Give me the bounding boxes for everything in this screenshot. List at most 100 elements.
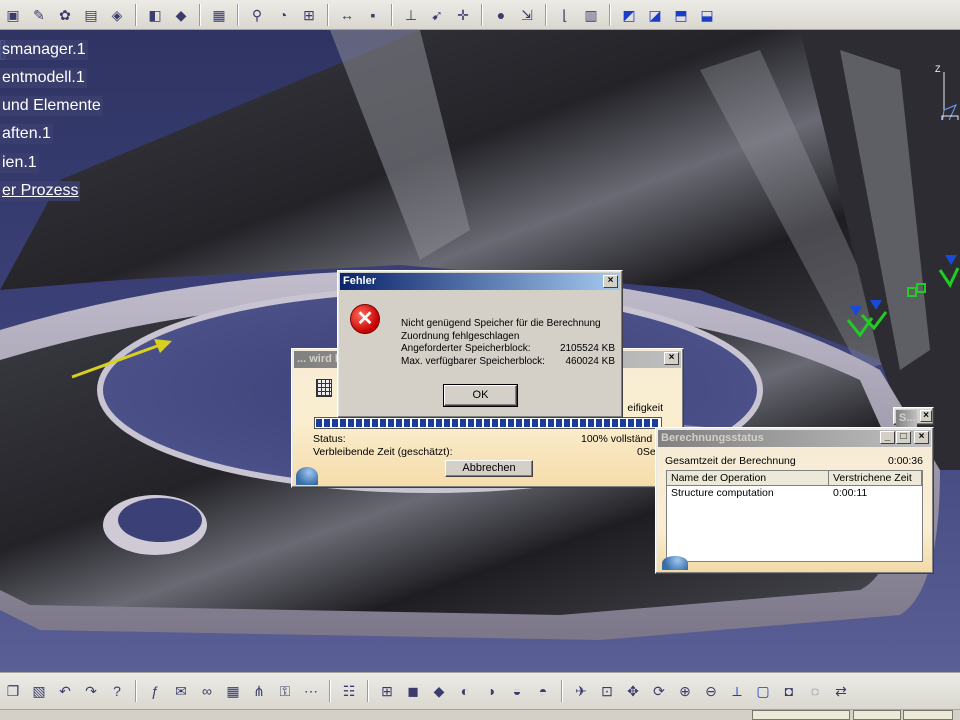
fill4-icon[interactable]: ◓ <box>533 681 553 701</box>
tree-node[interactable]: entmodell.1 <box>0 68 87 88</box>
toolbar-separator <box>561 680 563 702</box>
hide-icon[interactable]: ◌ <box>805 681 825 701</box>
operation-cell: Structure computation <box>671 487 774 499</box>
view-iso-icon[interactable]: ◩ <box>619 5 639 25</box>
view-right-icon[interactable]: ⬓ <box>697 5 717 25</box>
save-icon[interactable]: ▪ <box>363 5 383 25</box>
toolbar-separator <box>367 680 369 702</box>
render-icon[interactable]: ◘ <box>779 681 799 701</box>
column-header-operation[interactable]: Name der Operation <box>667 471 829 485</box>
fill2-icon[interactable]: ◑ <box>481 681 501 701</box>
tree-node[interactable]: er Prozess <box>0 181 81 201</box>
tree-node[interactable]: aften.1 <box>0 124 53 144</box>
globe-icon <box>296 467 318 485</box>
error-dialog[interactable]: Fehler × ✕ Nicht genügend Speicher für d… <box>337 270 623 418</box>
fill-icon[interactable]: ◐ <box>455 681 475 701</box>
status-field <box>903 710 953 720</box>
progress-status-value: 100% vollständ <box>581 433 653 445</box>
swap-icon[interactable]: ⇄ <box>831 681 851 701</box>
zoom-in-icon[interactable]: ⊕ <box>675 681 695 701</box>
progress-accuracy-label: eifigkeit <box>627 402 663 414</box>
user-material-icon[interactable]: ◔ <box>273 5 293 25</box>
color-icon[interactable]: ▤ <box>81 5 101 25</box>
load-icon[interactable]: ➹ <box>427 5 447 25</box>
surface-icon[interactable]: ◆ <box>429 681 449 701</box>
requested-memory-row: Angeforderter Speicherblock: 2105524 KB <box>401 343 615 356</box>
table-row[interactable]: Structure computation 0:00:11 <box>667 486 922 501</box>
sketch-icon[interactable]: ✎ <box>29 5 49 25</box>
measure-icon[interactable]: ↔ <box>337 5 357 25</box>
bottom-toolbar: ❐ ▧ ↶ ↷? ƒ ✉ ∞ ▦ ⋔ ⚿ ⋯ ☷ ⊞ ◼ ◆ ◐ ◑ ◒ ◓ ✈ ⊡ ✥ ⟳ ⊕ ⊖ ⟂ ▢ ◘ ◌ ⇄ <box>0 672 960 710</box>
pan-icon[interactable]: ✥ <box>623 681 643 701</box>
lock-icon[interactable]: ⚿ <box>275 681 295 701</box>
error-dialog-title: Fehler <box>340 273 620 290</box>
progress-remaining-label: Verbleibende Zeit (geschätzt): <box>313 446 453 458</box>
comment-icon[interactable]: ✉ <box>171 681 191 701</box>
snap-icon[interactable]: ✿ <box>55 5 75 25</box>
product-icon[interactable]: ▣ <box>3 5 23 25</box>
fit-icon[interactable]: ⊡ <box>597 681 617 701</box>
paste-icon[interactable]: ▧ <box>29 681 49 701</box>
progress-bar-fill <box>316 419 660 427</box>
table-icon[interactable]: ▦ <box>223 681 243 701</box>
view-front-icon[interactable]: ◪ <box>645 5 665 25</box>
undo-icon[interactable]: ↶ <box>55 681 75 701</box>
link-icon[interactable]: ∞ <box>197 681 217 701</box>
top-toolbar: ▣ ✎ ✿ ▤ ◈ ◧ ◆ ▦ ⚲ ◔ ⊞ ↔ ▪ ⊥ ➹ ✛ ● ⇲ ⌊ ▥ ◩ ◪ ⬒ ⬓ <box>0 0 960 30</box>
column-header-elapsed-time[interactable]: Verstrichene Zeit <box>829 471 922 485</box>
compass-icon[interactable]: Z <box>930 60 960 120</box>
sensor-icon[interactable]: ⌊ <box>555 5 575 25</box>
tree-icon[interactable]: ⋔ <box>249 681 269 701</box>
total-time-label: Gesamtzeit der Berechnung <box>665 455 796 467</box>
normal-view-icon[interactable]: ⟂ <box>727 681 747 701</box>
tree-node[interactable]: ien.1 <box>0 153 39 173</box>
error-icon: ✕ <box>350 304 380 334</box>
macro-icon[interactable]: ⋯ <box>301 681 321 701</box>
help-icon[interactable]: ? <box>107 681 127 701</box>
restraint-icon[interactable]: ⊥ <box>401 5 421 25</box>
error-dialog-close-button[interactable]: × <box>603 275 618 288</box>
tree-node[interactable]: smanager.1 <box>0 40 88 60</box>
toolbar-separator <box>199 3 201 26</box>
view-top-icon[interactable]: ⬒ <box>671 5 691 25</box>
axis-icon[interactable]: ✛ <box>453 5 473 25</box>
cancel-button[interactable]: Abbrechen <box>445 460 533 477</box>
redo-icon[interactable]: ↷ <box>81 681 101 701</box>
rotate-icon[interactable]: ⟳ <box>649 681 669 701</box>
spec-tree-icon[interactable]: ☷ <box>339 681 359 701</box>
total-time-value: 0:00:36 <box>887 455 923 467</box>
formula-icon[interactable]: ƒ <box>145 681 165 701</box>
requested-memory-value: 2105524 KB <box>559 343 615 354</box>
copy-icon[interactable]: ❐ <box>3 681 23 701</box>
image-icon[interactable]: ▥ <box>581 5 601 25</box>
operations-table[interactable]: Name der Operation Verstrichene Zeit Str… <box>666 470 923 562</box>
analysis-icon[interactable]: ◈ <box>107 5 127 25</box>
error-message-line: Nicht genügend Speicher für die Berechnu… <box>401 318 601 329</box>
requested-memory-label: Angeforderter Speicherblock: <box>401 343 531 354</box>
mass-icon[interactable]: ● <box>491 5 511 25</box>
surface-icon[interactable]: ◆ <box>171 5 191 25</box>
views-icon[interactable]: ▢ <box>753 681 773 701</box>
progress-window-close-button[interactable]: × <box>664 352 679 365</box>
progress-bar <box>314 417 662 429</box>
mesh-icon[interactable]: ⊞ <box>299 5 319 25</box>
fly-icon[interactable]: ✈ <box>571 681 591 701</box>
error-message-line: Zuordnung fehlgeschlagen <box>401 330 520 342</box>
ok-button[interactable]: OK <box>443 384 518 407</box>
force-icon[interactable]: ⇲ <box>517 5 537 25</box>
mesh-icon[interactable]: ⊞ <box>377 681 397 701</box>
toolbar-separator <box>135 3 137 26</box>
mini-window-close-button[interactable]: × <box>920 410 932 422</box>
calculation-status-window[interactable]: Berechnungsstatus _ □ × Gesamtzeit der B… <box>655 427 934 574</box>
clamp-icon[interactable]: ⚲ <box>247 5 267 25</box>
maximize-button[interactable]: □ <box>896 431 911 444</box>
zoom-out-icon[interactable]: ⊖ <box>701 681 721 701</box>
fill3-icon[interactable]: ◒ <box>507 681 527 701</box>
mini-window[interactable]: S... × <box>893 407 934 427</box>
table-icon[interactable]: ▦ <box>209 5 229 25</box>
part-icon[interactable]: ◼ <box>403 681 423 701</box>
tree-node[interactable]: und Elemente <box>0 96 103 116</box>
calculation-status-close-button[interactable]: × <box>914 431 929 444</box>
material-icon[interactable]: ◧ <box>145 5 165 25</box>
minimize-button[interactable]: _ <box>880 431 895 444</box>
